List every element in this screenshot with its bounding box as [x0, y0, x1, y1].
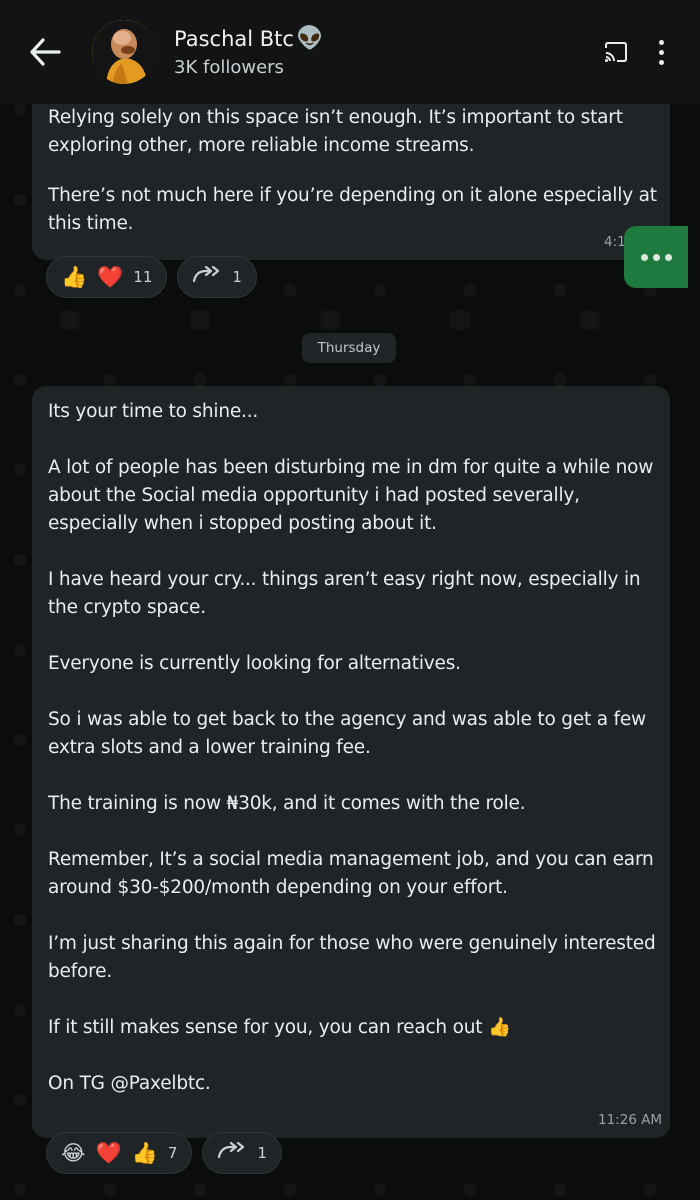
forward-icon	[192, 265, 222, 290]
reaction-count: 7	[167, 1144, 178, 1162]
message-paragraph: Everyone is currently looking for altern…	[48, 653, 461, 674]
thumbs-up-emoji: 👍	[61, 264, 88, 289]
forward-icon	[217, 1141, 247, 1166]
message-bubble: Relying solely on this space isn’t enoug…	[32, 92, 670, 260]
alien-emoji: 👽	[295, 26, 324, 51]
channel-avatar[interactable]	[92, 20, 156, 84]
message-options-button[interactable]	[624, 226, 688, 288]
message-paragraph: On TG @Paxelbtc.	[48, 1073, 211, 1094]
message-bubble: Its your time to shine... A lot of peopl…	[32, 386, 670, 1138]
date-separator: Thursday	[302, 333, 396, 363]
channel-name-text: Paschal Btc	[174, 26, 294, 51]
message-text: Relying solely on this space isn’t enoug…	[48, 107, 623, 156]
reaction-pill[interactable]: 😂 ❤️ 👍 7	[46, 1132, 193, 1174]
tears-of-joy-emoji: 😂	[61, 1141, 86, 1165]
forward-pill[interactable]: 1	[202, 1132, 282, 1174]
cast-icon[interactable]	[604, 42, 628, 62]
message-text: There’s not much here if you’re dependin…	[48, 185, 657, 234]
message-time: 11:26 AM	[598, 1112, 663, 1128]
heart-emoji: ❤️	[95, 1140, 122, 1165]
message-body: Its your time to shine... A lot of peopl…	[48, 398, 660, 1098]
heart-emoji: ❤️	[97, 264, 124, 289]
more-vertical-icon[interactable]	[656, 39, 666, 65]
forward-pill[interactable]: 1	[177, 256, 257, 298]
message-paragraph: If it still makes sense for you, you can…	[48, 1017, 511, 1038]
followers-count: 3K followers	[174, 57, 284, 78]
arrow-left-icon	[30, 38, 61, 66]
message-paragraph: So i was able to get back to the agency …	[48, 709, 646, 758]
forward-count: 1	[232, 268, 242, 286]
channel-header: Paschal Btc 👽 3K followers	[0, 0, 700, 104]
back-button[interactable]	[20, 27, 70, 77]
message-paragraph: A lot of people has been disturbing me i…	[48, 457, 654, 534]
reaction-pill[interactable]: 👍 ❤️ 11	[46, 256, 168, 298]
reactions-bar: 😂 ❤️ 👍 7 1	[46, 1132, 282, 1174]
avatar-illustration	[92, 20, 156, 84]
forward-count: 1	[257, 1144, 267, 1162]
message-paragraph: I have heard your cry... things aren’t e…	[48, 569, 641, 618]
thumbs-up-emoji: 👍	[131, 1140, 158, 1165]
message-paragraph: Remember, It’s a social media management…	[48, 849, 654, 898]
reaction-count: 11	[133, 268, 153, 286]
message-paragraph: Its your time to shine...	[48, 401, 259, 422]
channel-name[interactable]: Paschal Btc 👽	[174, 26, 323, 51]
message-paragraph: The training is now ₦30k, and it comes w…	[48, 793, 526, 814]
message-paragraph: I’m just sharing this again for those wh…	[48, 933, 656, 982]
reactions-bar: 👍 ❤️ 11 1	[46, 256, 257, 298]
